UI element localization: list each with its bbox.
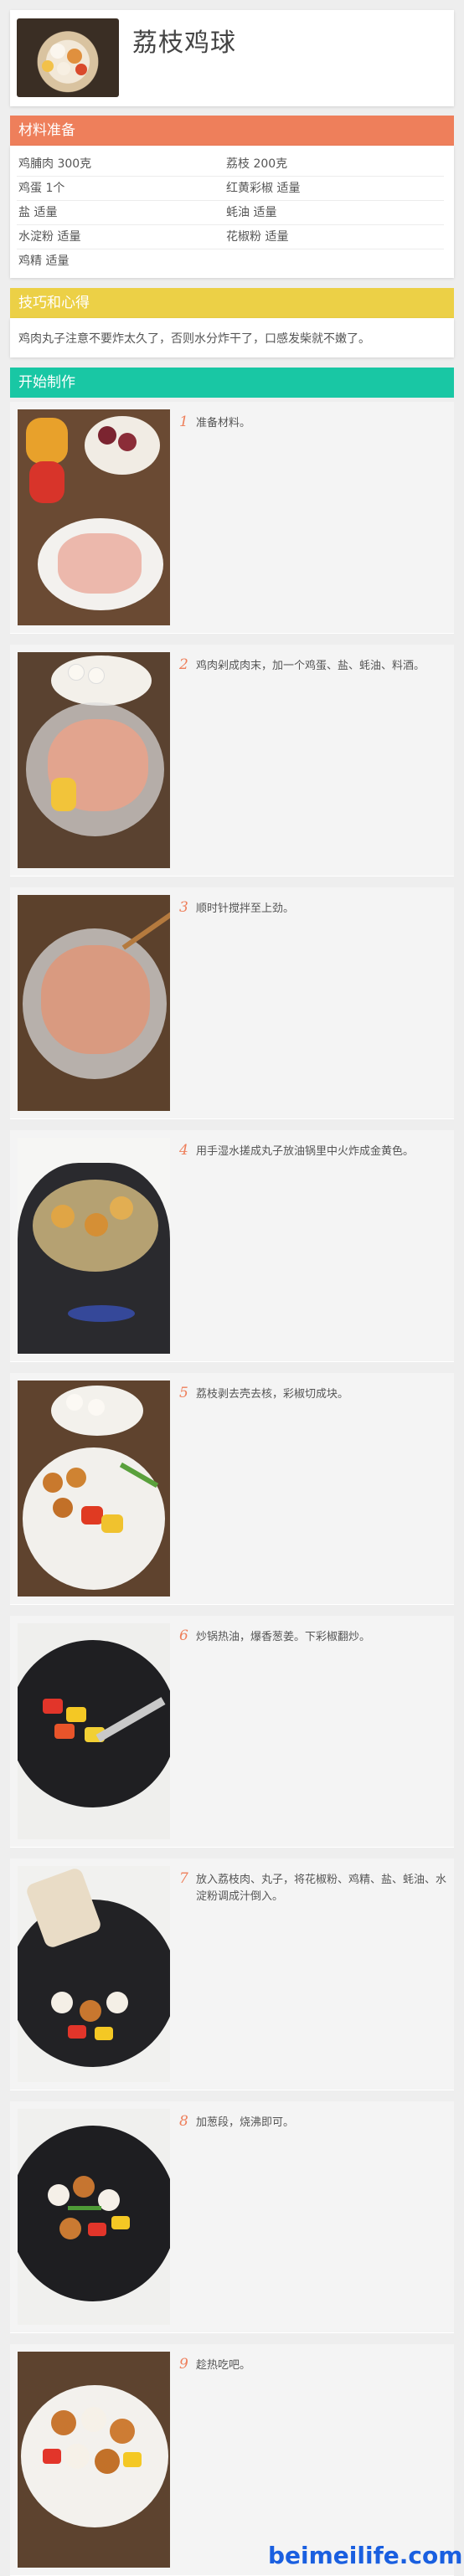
steps-header: 开始制作: [10, 368, 454, 398]
step-text: 放入荔枝肉、丸子，将花椒粉、鸡精、盐、蚝油、水淀粉调成汁倒入。: [196, 1874, 447, 1903]
step-item: 2 鸡肉剁成肉末，加一个鸡蛋、盐、蚝油、料酒。: [10, 645, 454, 877]
step-number: 3: [179, 899, 188, 916]
ingredient-item: 水淀粉 适量: [18, 230, 81, 244]
step-number: 6: [179, 1627, 188, 1644]
step-text: 鸡肉剁成肉末，加一个鸡蛋、盐、蚝油、料酒。: [196, 660, 425, 672]
step-photo: [18, 895, 170, 1111]
step-item: 3 顺时针搅拌至上劲。: [10, 887, 454, 1119]
ingredient-item: 红黄彩椒 适量: [226, 182, 301, 195]
ingredient-item: 鸡蛋 1个: [18, 182, 65, 195]
step-photo: [18, 1866, 170, 2082]
step-number: 8: [179, 2113, 188, 2130]
step-text: 顺时针搅拌至上劲。: [196, 902, 295, 915]
step-number: 9: [179, 2356, 188, 2373]
step-photo: [18, 1381, 170, 1597]
step-photo: [18, 409, 170, 625]
step-item: 6 炒锅热油，爆香葱姜。下彩椒翻炒。: [10, 1616, 454, 1848]
ingredient-item: 鸡精 适量: [18, 255, 70, 268]
site-watermark: beimeilife.com: [268, 2542, 463, 2569]
tips-card: 鸡肉丸子注意不要炸太久了，否则水分炸干了，口感发柴就不嫩了。: [10, 318, 454, 357]
ingredients-header: 材料准备: [10, 116, 454, 146]
step-item: 7 放入荔枝肉、丸子，将花椒粉、鸡精、盐、蚝油、水淀粉调成汁倒入。: [10, 1859, 454, 2090]
step-photo: [18, 1138, 170, 1354]
tips-header: 技巧和心得: [10, 288, 454, 318]
step-item: 4 用手湿水搓成丸子放油锅里中火炸成金黄色。: [10, 1130, 454, 1362]
step-photo: [18, 652, 170, 868]
step-text: 荔枝剥去壳去核，彩椒切成块。: [196, 1388, 349, 1401]
step-item: 5 荔枝剥去壳去核，彩椒切成块。: [10, 1373, 454, 1605]
ingredients-list: 鸡脯肉 300克 荔枝 200克 鸡蛋 1个 红黄彩椒 适量 盐 适量 蚝油 适…: [10, 146, 454, 278]
step-photo: [18, 2352, 170, 2568]
ingredient-item: 荔枝 200克: [226, 157, 288, 171]
step-text: 加葱段，烧沸即可。: [196, 2116, 295, 2129]
step-number: 4: [179, 1142, 188, 1159]
step-text: 用手湿水搓成丸子放油锅里中火炸成金黄色。: [196, 1145, 415, 1158]
step-number: 2: [179, 656, 188, 673]
ingredient-item: 蚝油 适量: [226, 206, 277, 219]
step-text: 炒锅热油，爆香葱姜。下彩椒翻炒。: [196, 1631, 371, 1643]
step-item: 1 准备材料。: [10, 402, 454, 634]
tips-text: 鸡肉丸子注意不要炸太久了，否则水分炸干了，口感发柴就不嫩了。: [18, 332, 370, 346]
ingredient-item: 盐 适量: [18, 206, 58, 219]
step-photo: [18, 1623, 170, 1839]
step-text: 准备材料。: [196, 417, 251, 429]
ingredient-item: 花椒粉 适量: [226, 230, 289, 244]
step-number: 5: [179, 1385, 188, 1401]
step-text: 趁热吃吧。: [196, 2359, 251, 2372]
recipe-header: 荔枝鸡球: [10, 10, 454, 106]
step-photo: [18, 2109, 170, 2325]
step-number: 1: [179, 414, 188, 430]
step-number: 7: [179, 1870, 188, 1887]
recipe-thumbnail: [17, 18, 119, 97]
recipe-title: 荔枝鸡球: [132, 28, 236, 58]
step-item: 8 加葱段，烧沸即可。: [10, 2101, 454, 2333]
ingredient-item: 鸡脯肉 300克: [18, 157, 92, 171]
